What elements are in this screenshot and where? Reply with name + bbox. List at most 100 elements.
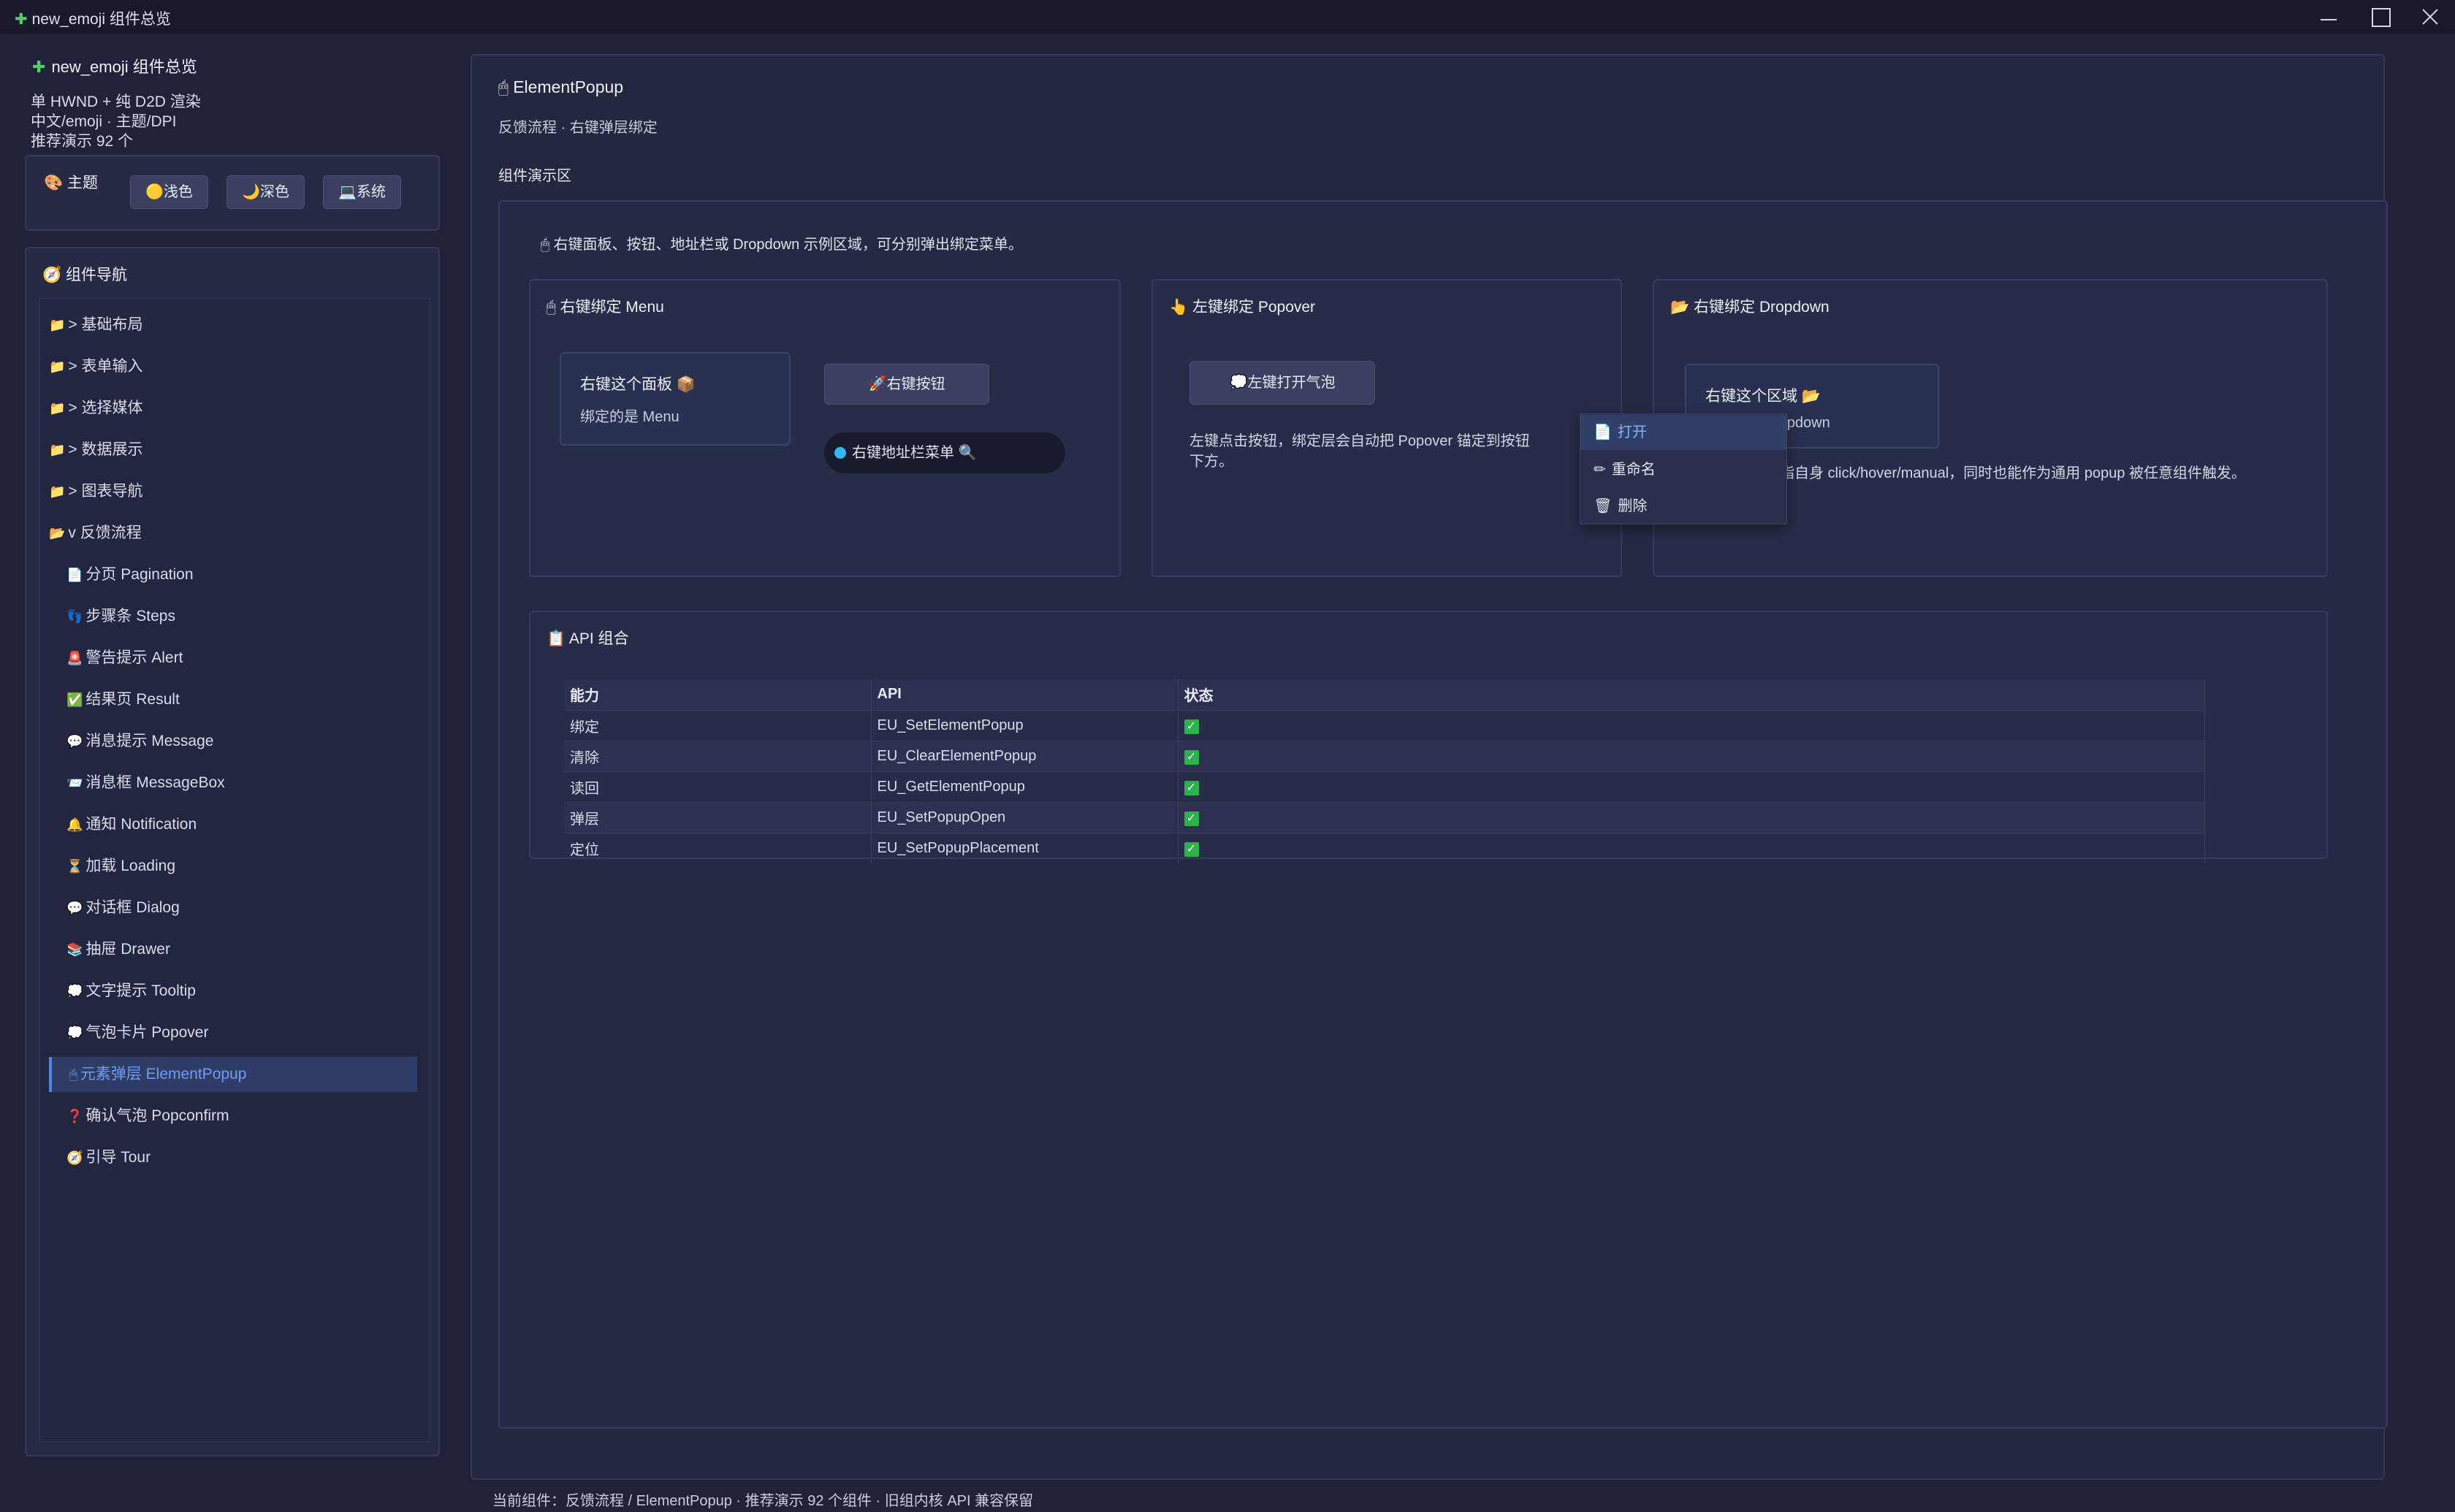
page-title: 🖱 ElementPopup [498,77,624,96]
nav-group-select-media[interactable]: 📁 > 选择媒体 [49,391,417,426]
nav-item-elementpopup[interactable]: 🖱 元素弹层 ElementPopup [49,1057,417,1092]
mouse-icon: 🖱 [69,1067,77,1082]
table-row: 清除 EU_ClearElementPopup ✓ [564,740,2205,771]
info-line: 中文/emoji · 主题/DPI [31,113,177,130]
nav-item-result[interactable]: ✅ 结果页 Result [66,682,417,717]
theme-panel: 🎨 主题 🟡浅色 🌙深色 💻系统 [25,155,440,231]
table-row: 读回 EU_GetElementPopup ✓ [564,771,2205,802]
demo-section-label: 组件演示区 [498,168,571,184]
envelope-icon: 📨 [66,776,83,790]
nav-item-drawer[interactable]: 📚 抽屉 Drawer [66,932,417,967]
capability-cell: 绑定 [564,709,872,741]
palette-icon: 🎨 [44,175,64,191]
nav-group-basic-layout[interactable]: 📁 > 基础布局 [49,308,417,343]
nav-item-message[interactable]: 💬 消息提示 Message [66,724,417,759]
folder-icon: 📁 [49,318,66,332]
nav-item-tooltip[interactable]: 💭 文字提示 Tooltip [66,974,417,1009]
menu-item-delete[interactable]: 🗑 删除 [1580,489,1786,524]
theme-system-button[interactable]: 💻系统 [323,175,401,209]
maximize-button[interactable] [2353,1,2404,32]
column-header: 能力 [564,679,872,710]
nav-group-form-input[interactable]: 📁 > 表单输入 [49,349,417,384]
demo-area: 🖱 右键面板、按钮、地址栏或 Dropdown 示例区域，可分别弹出绑定菜单。 … [498,200,2388,1429]
context-menu: 📄 打开 ✏ 重命名 🗑 删除 [1580,413,1787,524]
nav-item-dialog[interactable]: 💬 对话框 Dialog [66,890,417,925]
theme-label: 🎨 主题 [44,175,98,191]
pencil-icon: ✏ [1594,462,1606,478]
nav-item-pagination[interactable]: 📄 分页 Pagination [66,557,417,592]
capability-cell: 清除 [564,740,872,771]
app-window: ✚ new_emoji 组件总览 ✚ new_emoji 组件总览 单 HWND +… [0,0,2455,1512]
address-bar-input[interactable]: 右键地址栏菜单 🔍 [824,432,1065,473]
sidebar-title: ✚ new_emoji 组件总览 [32,58,197,76]
capability-cell: 定位 [564,832,872,863]
nav-item-loading[interactable]: ⏳ 加载 Loading [66,849,417,884]
menu-item-open[interactable]: 📄 打开 [1580,415,1786,450]
puzzle-icon: ✚ [32,58,46,76]
status-cell: ✓ [1178,771,2205,802]
clipboard-icon: 📋 [547,630,566,647]
api-cell: EU_SetElementPopup [871,709,1179,741]
theme-light-button[interactable]: 🟡浅色 [130,175,208,209]
sidebar-info: 单 HWND + 纯 D2D 渲染 中文/emoji · 主题/DPI 推荐演示… [31,92,201,151]
card-menu-binding: 🖱 右键绑定 Menu 右键这个面板 📦 绑定的是 Menu 🚀右键按钮 右键地… [529,279,1121,577]
search-icon: 🔍 [958,445,977,461]
puzzle-icon: ✚ [15,11,28,28]
computer-icon: 💻 [338,184,357,200]
demo-description: 🖱 右键面板、按钮、地址栏或 Dropdown 示例区域，可分别弹出绑定菜单。 [541,237,1023,253]
check-icon: ✓ [1184,811,1199,826]
nav-item-tour[interactable]: 🧭 引导 Tour [66,1140,417,1175]
table-row: 定位 EU_SetPopupPlacement ✓ [564,832,2205,863]
nav-group-data-display[interactable]: 📁 > 数据展示 [49,432,417,467]
panel-title: 右键这个面板 📦 [580,376,696,393]
api-card: 📋 API 组合 能力 API 状态 绑定 EU_SetElementPopup… [529,611,2328,863]
bell-icon: 🔔 [66,817,83,832]
menu-item-rename[interactable]: ✏ 重命名 [1580,452,1786,487]
status-cell: ✓ [1178,709,2205,741]
nav-item-notification[interactable]: 🔔 通知 Notification [66,807,417,842]
folder-icon: 📂 [1801,388,1821,405]
panel-subtitle: 绑定的是 Menu [580,409,680,425]
check-icon: ✓ [1184,719,1199,734]
trash-icon: 🗑 [1594,498,1613,514]
speech-bubble-icon: 💭 [1229,375,1248,391]
nav-group-chart-nav[interactable]: 📁 > 图表导航 [49,474,417,509]
footprints-icon: 👣 [66,609,83,624]
page-icon: 📄 [1594,424,1612,440]
card-title: 🖱 右键绑定 Menu [547,299,664,316]
compass-icon: 🧭 [42,267,62,283]
globe-icon [834,447,846,459]
open-popover-button[interactable]: 💭左键打开气泡 [1190,361,1375,405]
nav-item-popover[interactable]: 💭 气泡卡片 Popover [66,1015,417,1050]
check-icon: ✓ [1184,749,1199,765]
status-bar: 当前组件：反馈流程 / ElementPopup · 推荐演示 92 个组件 ·… [492,1493,1034,1509]
nav-panel: 🧭 组件导航 📁 > 基础布局 📁 > 表单输入 📁 > 选择媒体 📁 > 数据展示 📁… [25,247,440,1456]
rocket-icon: 🚀 [868,376,887,392]
sun-icon: 🟡 [145,184,164,200]
capability-cell: 弹层 [564,801,872,833]
folder-icon: 📁 [49,401,66,416]
nav-item-alert[interactable]: 🚨 警告提示 Alert [66,641,417,676]
books-icon: 📚 [66,942,83,957]
minimize-button[interactable] [2302,1,2353,32]
info-line: 推荐演示 92 个 [31,133,134,150]
thought-bubble-icon: 💭 [66,1026,83,1040]
page-icon: 📄 [66,568,83,582]
nav-item-popconfirm[interactable]: ❓ 确认气泡 Popconfirm [66,1099,417,1134]
close-button[interactable] [2404,1,2455,32]
nav-item-steps[interactable]: 👣 步骤条 Steps [66,599,417,634]
siren-icon: 🚨 [66,651,83,665]
popover-description: 左键点击按钮，绑定层会自动把 Popover 锚定到按钮 下方。 [1190,433,1530,470]
speech-icon: 💬 [66,734,83,749]
right-click-button[interactable]: 🚀右键按钮 [824,364,989,405]
folder-icon: 📂 [1670,299,1690,316]
title-bar: ✚ new_emoji 组件总览 [0,0,2455,34]
dropdown-description: 脂自身 click/hover/manual，同时也能作为通用 popup 被任… [1780,465,2246,481]
theme-dark-button[interactable]: 🌙深色 [227,175,305,209]
nav-group-feedback[interactable]: 📂 v 反馈流程 [49,516,417,551]
info-line: 单 HWND + 纯 D2D 渲染 [31,93,201,110]
api-cell: EU_GetElementPopup [871,771,1179,802]
context-panel[interactable]: 右键这个面板 📦 绑定的是 Menu [560,352,791,446]
nav-item-messagebox[interactable]: 📨 消息框 MessageBox [66,765,417,801]
api-cell: EU_SetPopupPlacement [871,832,1179,863]
